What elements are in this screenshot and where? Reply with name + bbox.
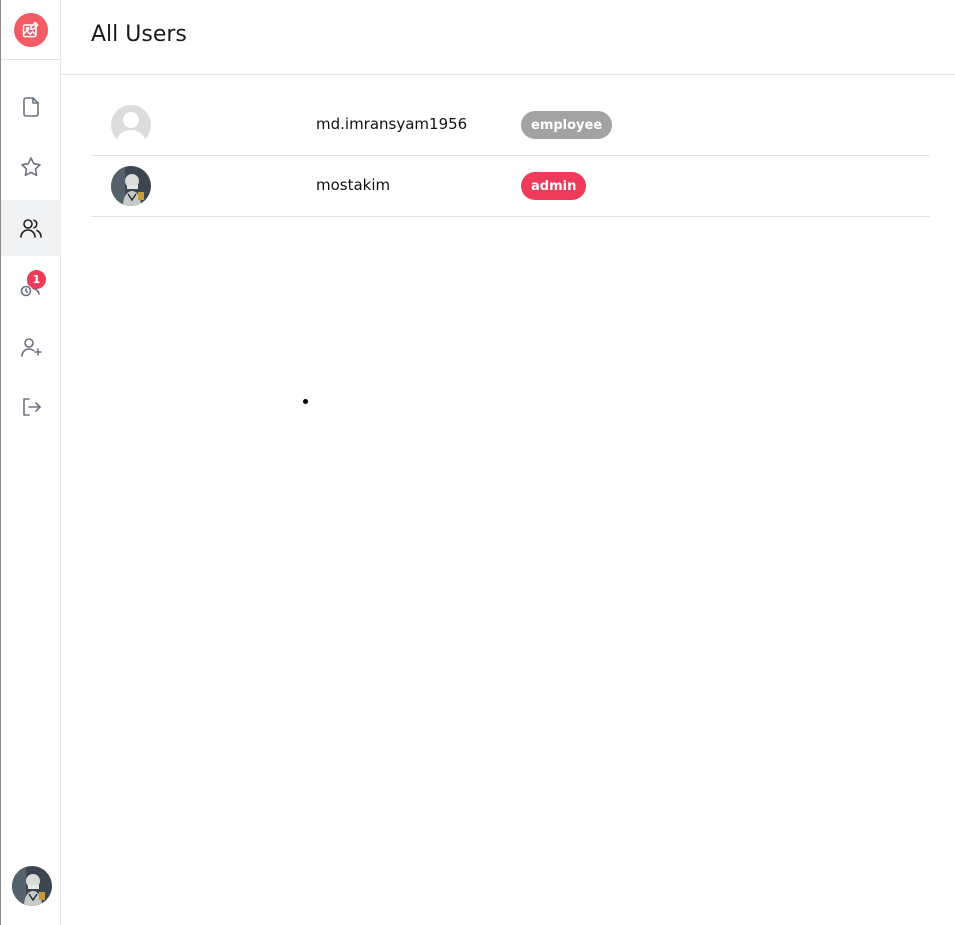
nav-documents[interactable] xyxy=(1,79,61,135)
avatar xyxy=(111,105,151,145)
role-badge: admin xyxy=(521,172,587,200)
star-icon xyxy=(21,157,41,177)
nav-favorites[interactable] xyxy=(1,139,61,195)
page-title: All Users xyxy=(91,22,187,47)
file-icon xyxy=(23,97,39,117)
app: 1 All Users md.imransyam1956 employee mo… xyxy=(0,0,955,925)
nav-logout[interactable] xyxy=(1,379,61,435)
gallery-icon xyxy=(22,21,38,37)
sidebar: 1 xyxy=(0,0,61,925)
logout-icon xyxy=(23,398,41,416)
default-avatar-icon xyxy=(111,105,151,145)
avatar-photo-icon xyxy=(12,866,52,906)
logo-area xyxy=(1,0,60,60)
profile-avatar[interactable] xyxy=(12,866,52,906)
users-icon xyxy=(20,219,42,238)
username: mostakim xyxy=(316,176,391,194)
avatar xyxy=(111,166,151,206)
username: md.imransyam1956 xyxy=(316,115,468,133)
nav-users[interactable] xyxy=(1,200,61,256)
cursor-dot xyxy=(303,399,308,404)
role-badge: employee xyxy=(521,111,613,139)
table-row[interactable]: md.imransyam1956 employee xyxy=(91,95,930,156)
user-plus-icon xyxy=(21,338,42,357)
header: All Users xyxy=(61,0,955,75)
nav-pending-users[interactable]: 1 xyxy=(1,259,61,315)
avatar-photo-icon xyxy=(111,166,151,206)
notification-badge: 1 xyxy=(27,270,46,289)
nav-add-user[interactable] xyxy=(1,319,61,375)
app-logo[interactable] xyxy=(13,12,48,47)
table-row[interactable]: mostakim admin xyxy=(91,156,930,217)
